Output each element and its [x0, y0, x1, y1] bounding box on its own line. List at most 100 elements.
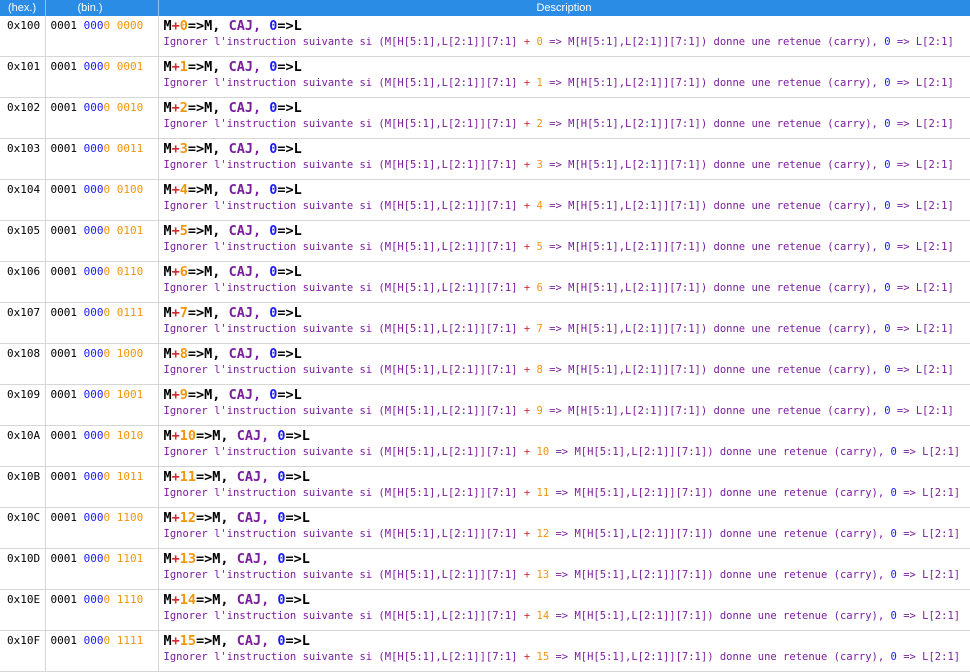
title-number: 9 [179, 387, 188, 403]
bin-nibble-1: 0001 [50, 19, 78, 32]
instruction-detail: Ignorer l'instruction suivante si (M[H[5… [164, 199, 970, 214]
detail-part-b: => M[H[5:1],L[2:1]][7:1]) donne une rete… [549, 159, 878, 171]
title-arrow-m: =>M, [187, 264, 221, 280]
title-number: 14 [179, 592, 197, 608]
detail-plus: + [523, 610, 531, 622]
title-plus: + [171, 633, 180, 649]
instruction-title: M+2=>M, CAJ, 0=>L [164, 100, 970, 117]
detail-part-c: => L[2:1] [896, 364, 954, 376]
detail-part-b: => M[H[5:1],L[2:1]][7:1]) donne une rete… [549, 405, 878, 417]
title-prefix: M [163, 346, 172, 362]
hex-code: 0x105 [0, 220, 46, 262]
table-row: 0x10B 0001 0000 1011 M+11=>M, CAJ, 0=>L … [0, 466, 970, 508]
detail-zero: 0 [890, 569, 897, 581]
detail-part-a: Ignorer l'instruction suivante si (M[H[5… [163, 610, 518, 622]
title-number: 10 [179, 428, 197, 444]
detail-zero: 0 [890, 651, 897, 663]
bin-nibble-2a: 000 [83, 388, 104, 401]
bin-nibble-2b: 0 [103, 470, 111, 483]
bin-nibble-2b: 0 [103, 265, 111, 278]
hex-code: 0x10F [0, 630, 46, 672]
instruction-detail: Ignorer l'instruction suivante si (M[H[5… [164, 281, 970, 296]
table-row: 0x103 0001 0000 0011 M+3=>M, CAJ, 0=>L I… [0, 138, 970, 180]
instruction-detail: Ignorer l'instruction suivante si (M[H[5… [164, 404, 970, 419]
detail-part-a: Ignorer l'instruction suivante si (M[H[5… [163, 364, 518, 376]
title-arrow-l: =>L [277, 18, 302, 34]
bin-nibble-2a: 000 [83, 552, 104, 565]
title-plus: + [171, 59, 180, 75]
detail-zero: 0 [890, 610, 897, 622]
detail-part-a: Ignorer l'instruction suivante si (M[H[5… [163, 241, 518, 253]
title-prefix: M [163, 428, 172, 444]
title-plus: + [171, 264, 180, 280]
title-plus: + [171, 223, 180, 239]
detail-zero: 0 [884, 364, 891, 376]
title-arrow-m: =>M, [196, 428, 229, 444]
instruction-title: M+6=>M, CAJ, 0=>L [164, 264, 970, 281]
detail-part-c: => L[2:1] [896, 200, 954, 212]
detail-part-c: => L[2:1] [903, 446, 961, 458]
description-cell: M+13=>M, CAJ, 0=>L Ignorer l'instruction… [158, 548, 970, 590]
title-arrow-l: =>L [277, 264, 302, 280]
title-zero: 0 [277, 633, 286, 649]
instruction-title: M+14=>M, CAJ, 0=>L [164, 592, 970, 609]
binary-code: 0001 0000 0000 [45, 16, 159, 57]
title-prefix: M [163, 387, 172, 403]
detail-plus: + [523, 118, 531, 130]
title-plus: + [171, 346, 180, 362]
detail-zero: 0 [884, 200, 891, 212]
detail-part-c: => L[2:1] [896, 405, 954, 417]
hex-code: 0x101 [0, 56, 46, 98]
title-prefix: M [163, 305, 172, 321]
table-row: 0x106 0001 0000 0110 M+6=>M, CAJ, 0=>L I… [0, 261, 970, 303]
detail-part-a: Ignorer l'instruction suivante si (M[H[5… [163, 77, 518, 89]
instruction-detail: Ignorer l'instruction suivante si (M[H[5… [164, 527, 970, 542]
bin-nibble-3: 0001 [116, 60, 144, 73]
detail-zero: 0 [884, 159, 891, 171]
hex-code: 0x100 [0, 16, 46, 57]
bin-nibble-2b: 0 [103, 552, 111, 565]
detail-zero: 0 [890, 446, 897, 458]
description-cell: M+14=>M, CAJ, 0=>L Ignorer l'instruction… [158, 589, 970, 631]
detail-part-c: => L[2:1] [896, 282, 954, 294]
title-number: 1 [179, 59, 188, 75]
title-number: 6 [179, 264, 188, 280]
bin-nibble-2a: 000 [83, 142, 104, 155]
instruction-detail: Ignorer l'instruction suivante si (M[H[5… [164, 322, 970, 337]
detail-part-a: Ignorer l'instruction suivante si (M[H[5… [163, 159, 518, 171]
description-cell: M+7=>M, CAJ, 0=>L Ignorer l'instruction … [158, 302, 970, 344]
detail-plus: + [523, 528, 531, 540]
description-cell: M+0=>M, CAJ, 0=>L Ignorer l'instruction … [158, 16, 970, 57]
bin-nibble-1: 0001 [50, 511, 78, 524]
detail-number: 5 [536, 241, 543, 253]
title-prefix: M [163, 469, 172, 485]
instruction-title: M+13=>M, CAJ, 0=>L [164, 551, 970, 568]
title-arrow-l: =>L [277, 59, 302, 75]
detail-part-c: => L[2:1] [896, 323, 954, 335]
title-plus: + [171, 141, 180, 157]
detail-part-b: => M[H[5:1],L[2:1]][7:1]) donne une rete… [549, 241, 878, 253]
instruction-title: M+5=>M, CAJ, 0=>L [164, 223, 970, 240]
instruction-title: M+10=>M, CAJ, 0=>L [164, 428, 970, 445]
detail-part-b: => M[H[5:1],L[2:1]][7:1]) donne une rete… [549, 36, 878, 48]
detail-number: 1 [536, 77, 543, 89]
bin-nibble-3: 1100 [116, 511, 144, 524]
bin-nibble-1: 0001 [50, 183, 78, 196]
instruction-detail: Ignorer l'instruction suivante si (M[H[5… [164, 486, 970, 501]
title-caj: CAJ, [228, 223, 262, 239]
title-caj: CAJ, [236, 510, 270, 526]
detail-zero: 0 [890, 528, 897, 540]
hex-code: 0x10B [0, 466, 46, 508]
title-arrow-l: =>L [277, 387, 302, 403]
bin-nibble-2a: 000 [83, 183, 104, 196]
title-caj: CAJ, [236, 592, 270, 608]
bin-nibble-1: 0001 [50, 347, 78, 360]
detail-part-b: => M[H[5:1],L[2:1]][7:1]) donne une rete… [555, 528, 885, 540]
binary-code: 0001 0000 1110 [45, 589, 159, 631]
binary-code: 0001 0000 1000 [45, 343, 159, 385]
bin-nibble-2a: 000 [83, 634, 104, 647]
instruction-detail: Ignorer l'instruction suivante si (M[H[5… [164, 35, 970, 50]
instruction-detail: Ignorer l'instruction suivante si (M[H[5… [164, 76, 970, 91]
title-number: 15 [179, 633, 197, 649]
title-caj: CAJ, [228, 59, 262, 75]
